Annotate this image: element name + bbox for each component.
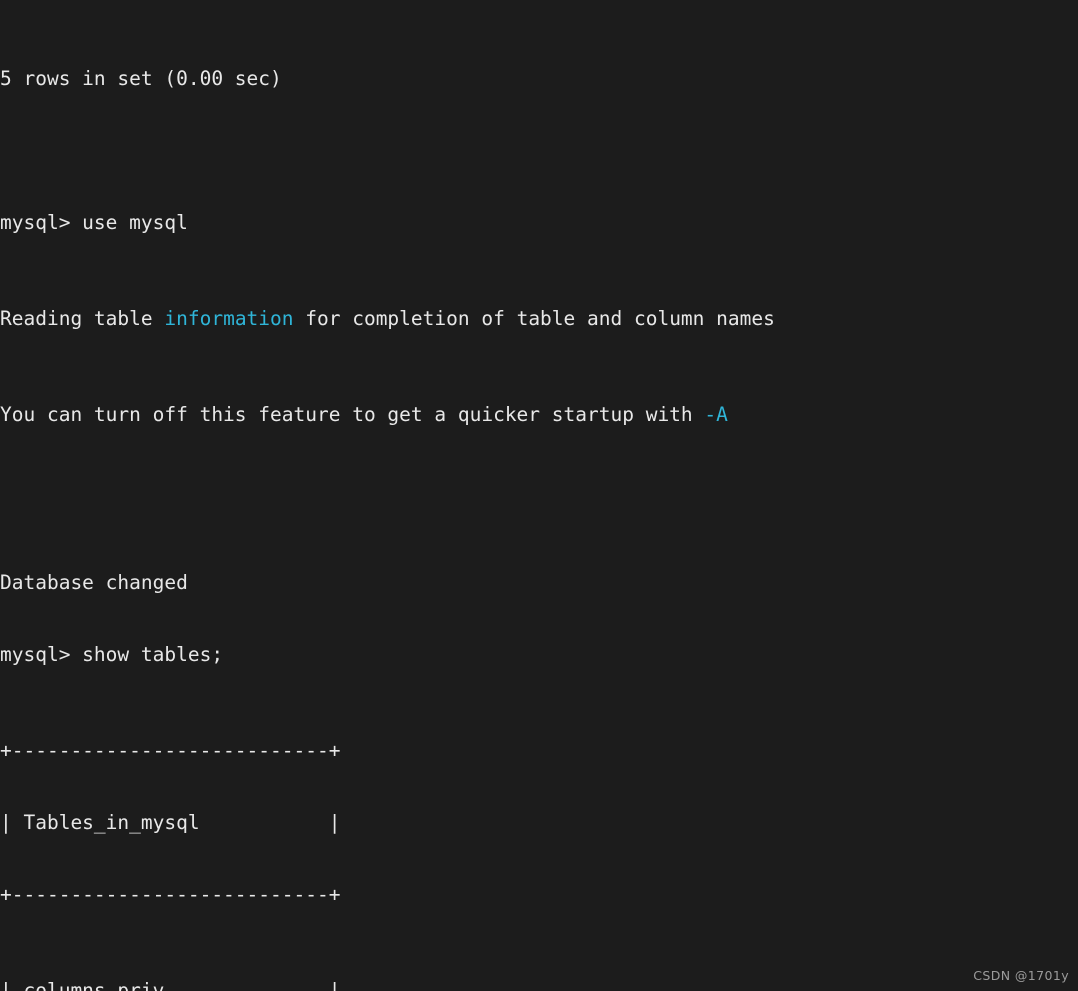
turnoff-prefix-text: You can turn off this feature to get a q… [0, 403, 705, 426]
terminal-line-row-count: 5 rows in set (0.00 sec) [0, 67, 282, 90]
watermark-label: CSDN @1701y [973, 968, 1069, 983]
table-row: | columns_priv | [0, 979, 341, 991]
result-table-body: | columns_priv || db || engine_cost || e… [0, 979, 1078, 991]
terminal-screen: 5 rows in set (0.00 sec) mysql> use mysq… [0, 0, 1078, 991]
terminal-line-reading-table: Reading table information for completion… [0, 307, 1078, 331]
terminal-window[interactable]: 5 rows in set (0.00 sec) mysql> use mysq… [0, 0, 1078, 991]
terminal-line-prompt-show-tables: mysql> show tables; [0, 643, 224, 666]
reading-highlight-text: information [164, 307, 294, 330]
turnoff-flag-text: -A [704, 403, 728, 426]
reading-prefix-text: Reading table [0, 307, 165, 330]
result-table-header-row: | Tables_in_mysql | [0, 811, 341, 834]
terminal-line-prompt-use: mysql> use mysql [0, 211, 188, 234]
result-table-border-mid: +---------------------------+ [0, 883, 341, 906]
terminal-blank-line-2 [0, 499, 1078, 523]
result-table-border-top: +---------------------------+ [0, 739, 341, 762]
terminal-line-turn-off-feature: You can turn off this feature to get a q… [0, 403, 1078, 427]
terminal-line-database-changed: Database changed [0, 571, 188, 594]
reading-suffix-text: for completion of table and column names [293, 307, 775, 330]
